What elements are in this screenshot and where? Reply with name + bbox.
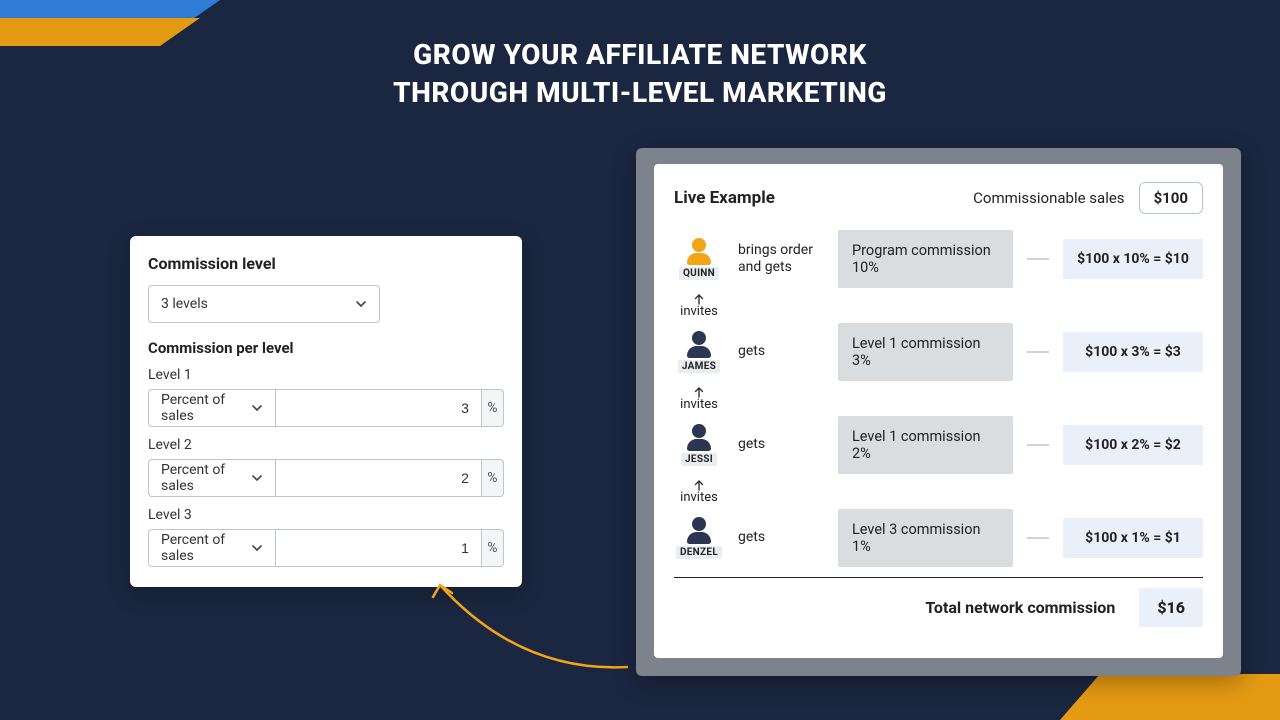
total-row: Total network commission $16 [674, 588, 1203, 627]
person: JAMES [674, 331, 724, 373]
level-row: Percent of sales% [148, 459, 504, 497]
commission-per-level-title: Commission per level [148, 339, 504, 357]
level-label: Level 1 [148, 367, 504, 383]
commission-type-select[interactable]: Percent of sales [148, 459, 275, 497]
person-name: DENZEL [676, 546, 722, 559]
level-label: Level 2 [148, 437, 504, 453]
link-line [1027, 444, 1049, 446]
commission-type-value: Percent of sales [161, 462, 251, 494]
commission-type-select[interactable]: Percent of sales [148, 529, 275, 567]
commission-value-input[interactable] [275, 459, 482, 497]
arrow-up-icon [693, 476, 705, 488]
invites-connector: invites [674, 290, 724, 319]
action-text: brings order and gets [738, 242, 824, 277]
level-row: Percent of sales% [148, 389, 504, 427]
page-heading: GROW YOUR AFFILIATE NETWORK THROUGH MULT… [0, 36, 1280, 112]
commission-level-value: 3 levels [161, 296, 208, 312]
commission-config-panel: Commission level 3 levels Commission per… [130, 236, 522, 587]
commissionable-sales-label: Commissionable sales [973, 189, 1124, 207]
avatar-icon [685, 517, 713, 544]
link-line [1027, 258, 1049, 260]
avatar-icon [685, 238, 713, 265]
commission-type-value: Percent of sales [161, 532, 251, 564]
invites-label: invites [680, 397, 718, 412]
example-row: JAMES gets Level 1 commission 3% $100 x 3% … [674, 323, 1203, 381]
divider [674, 577, 1203, 578]
heading-line-1: GROW YOUR AFFILIATE NETWORK [0, 36, 1280, 74]
chevron-down-icon [251, 402, 263, 414]
commission-value-input[interactable] [275, 389, 482, 427]
calculation-value: $100 x 3% = $3 [1063, 332, 1203, 372]
action-text: gets [738, 436, 824, 454]
commission-level-title: Commission level [148, 254, 504, 273]
person: JESSI [674, 424, 724, 466]
avatar-icon [685, 424, 713, 451]
commission-label: Level 1 commission 3% [838, 323, 1013, 381]
arrow-up-icon [693, 383, 705, 395]
commission-type-select[interactable]: Percent of sales [148, 389, 275, 427]
example-row: JESSI gets Level 1 commission 2% $100 x 2% … [674, 416, 1203, 474]
heading-line-2: THROUGH MULTI-LEVEL MARKETING [0, 74, 1280, 112]
commission-label: Level 1 commission 2% [838, 416, 1013, 474]
avatar-icon [685, 331, 713, 358]
total-label: Total network commission [925, 598, 1115, 617]
commission-label: Program commission 10% [838, 230, 1013, 288]
unit-label: % [482, 389, 504, 427]
example-row: QUINN brings order and gets Program commis… [674, 230, 1203, 288]
level-row: Percent of sales% [148, 529, 504, 567]
person-name: QUINN [679, 267, 719, 280]
chevron-down-icon [251, 542, 263, 554]
calculation-value: $100 x 2% = $2 [1063, 425, 1203, 465]
arrow-up-icon [693, 290, 705, 302]
commission-level-select[interactable]: 3 levels [148, 285, 380, 323]
chevron-down-icon [355, 298, 367, 310]
level-label: Level 3 [148, 507, 504, 523]
chevron-down-icon [251, 472, 263, 484]
calculation-value: $100 x 10% = $10 [1063, 239, 1203, 279]
example-row: DENZEL gets Level 3 commission 1% $100 x 1%… [674, 509, 1203, 567]
unit-label: % [482, 459, 504, 497]
total-value: $16 [1139, 588, 1203, 627]
calculation-value: $100 x 1% = $1 [1063, 518, 1203, 558]
action-text: gets [738, 529, 824, 547]
person: DENZEL [674, 517, 724, 559]
commission-type-value: Percent of sales [161, 392, 251, 424]
invites-connector: invites [674, 383, 724, 412]
person: QUINN [674, 238, 724, 280]
live-example-title: Live Example [674, 188, 775, 208]
action-text: gets [738, 343, 824, 361]
invites-connector: invites [674, 476, 724, 505]
commission-value-input[interactable] [275, 529, 482, 567]
person-name: JAMES [678, 360, 720, 373]
link-line [1027, 351, 1049, 353]
live-example-container: Live Example Commissionable sales $100 Q… [636, 148, 1241, 676]
link-line [1027, 537, 1049, 539]
commission-label: Level 3 commission 1% [838, 509, 1013, 567]
live-example-panel: Live Example Commissionable sales $100 Q… [654, 164, 1223, 658]
person-name: JESSI [681, 453, 717, 466]
invites-label: invites [680, 490, 718, 505]
commissionable-sales-amount: $100 [1139, 182, 1203, 214]
unit-label: % [482, 529, 504, 567]
invites-label: invites [680, 304, 718, 319]
